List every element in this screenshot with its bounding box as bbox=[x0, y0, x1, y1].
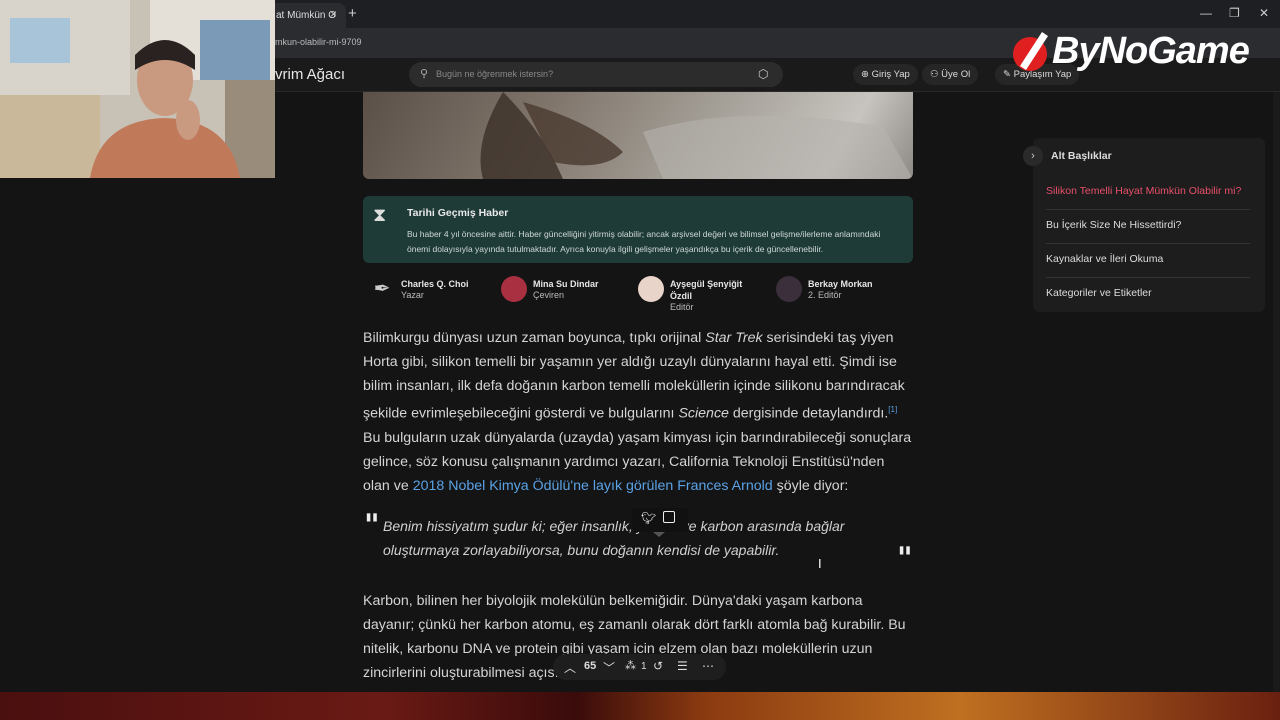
author-card[interactable]: Mina Su Dindar Çeviren bbox=[501, 276, 626, 312]
signup-icon: ⚇ bbox=[930, 69, 942, 80]
text-cursor-icon: I bbox=[818, 556, 822, 571]
author-name: Mina Su Dindar bbox=[533, 279, 599, 289]
login-icon: ⊕ bbox=[861, 69, 872, 80]
author-role: 2. Editör bbox=[808, 290, 842, 300]
signup-label: Üye Ol bbox=[941, 69, 971, 80]
hero-image bbox=[480, 92, 913, 179]
quote-close-mark: " bbox=[897, 541, 913, 576]
toc-item[interactable]: Kategoriler ve Etiketler bbox=[1046, 287, 1250, 311]
author-name: Berkay Morkan bbox=[808, 279, 873, 289]
cube-icon[interactable]: ⬡ bbox=[758, 67, 768, 81]
login-button[interactable]: ⊕ Giriş Yap bbox=[853, 64, 918, 85]
people-count: 1 bbox=[641, 661, 647, 672]
desktop-background bbox=[0, 692, 1280, 720]
article-hero-image bbox=[363, 92, 913, 179]
site-brand[interactable]: vrim Ağacı bbox=[275, 66, 345, 83]
author-name: Ayşegül Şenyiğit Özdil bbox=[670, 279, 743, 301]
toc-title: Alt Başlıklar bbox=[1051, 150, 1112, 162]
history-icon[interactable]: ↺ bbox=[653, 659, 663, 673]
note-icon[interactable] bbox=[663, 511, 675, 523]
scrollbar[interactable] bbox=[1273, 92, 1280, 692]
vote-count: 65 bbox=[584, 660, 597, 672]
nobel-link[interactable]: 2018 Nobel Kimya Ödülü'ne layık görülen … bbox=[413, 478, 773, 494]
author-card[interactable]: Berkay Morkan 2. Editör bbox=[776, 276, 906, 312]
watermark-text: ByNoGame bbox=[1052, 30, 1250, 72]
webcam-image bbox=[0, 0, 275, 178]
text-emphasis: Science bbox=[678, 405, 729, 422]
tab-close-icon[interactable]: × bbox=[330, 7, 337, 21]
popup-arrow bbox=[653, 532, 665, 537]
text: Bilimkurgu dünyası uzun zaman boyunca, t… bbox=[363, 330, 706, 346]
author-role: Editör bbox=[670, 302, 694, 312]
restore-icon[interactable]: ❐ bbox=[1229, 6, 1240, 20]
article-paragraph: Bilimkurgu dünyası uzun zaman boyunca, t… bbox=[363, 326, 915, 498]
login-label: Giriş Yap bbox=[871, 69, 910, 80]
tab-title: at Mümkün O bbox=[276, 10, 337, 21]
toc-item-active[interactable]: Silikon Temelli Hayat Mümkün Olabilir mi… bbox=[1046, 185, 1250, 210]
window-close-icon[interactable]: ✕ bbox=[1259, 6, 1269, 20]
minimize-icon[interactable]: — bbox=[1200, 6, 1212, 20]
search-input[interactable]: Bugün ne öğrenmek istersin? bbox=[436, 69, 553, 79]
downvote-icon[interactable]: ﹀ bbox=[603, 659, 615, 676]
upvote-icon[interactable]: ︿ bbox=[564, 659, 576, 676]
author-role: Çeviren bbox=[533, 290, 565, 300]
more-icon[interactable]: ⋯ bbox=[702, 659, 714, 673]
toc-item[interactable]: Kaynaklar ve İleri Okuma bbox=[1046, 253, 1250, 278]
author-name: Charles Q. Choi bbox=[401, 279, 469, 289]
text: şöyle diyor: bbox=[772, 477, 849, 494]
avatar bbox=[501, 276, 527, 302]
signup-button[interactable]: ⚇ Üye Ol bbox=[922, 64, 979, 85]
text-emphasis: Star Trek bbox=[705, 330, 763, 346]
search-icon: ⚲ bbox=[420, 68, 429, 80]
url-text[interactable]: mkun-olabilir-mi-9709 bbox=[275, 37, 362, 47]
avatar bbox=[638, 276, 664, 302]
avatar bbox=[776, 276, 802, 302]
watermark-logo-icon bbox=[1013, 32, 1048, 71]
list-icon[interactable]: ☰ bbox=[677, 659, 688, 673]
new-tab-button[interactable]: + bbox=[348, 5, 357, 22]
hourglass-icon: ⧗ bbox=[373, 205, 387, 226]
feather-icon: ✒ bbox=[373, 278, 391, 300]
people-icon[interactable]: ⁂ bbox=[625, 659, 636, 672]
author-role: Yazar bbox=[401, 290, 424, 300]
toc-item[interactable]: Bu İçerik Size Ne Hissettirdi? bbox=[1046, 219, 1250, 244]
webcam-overlay bbox=[0, 0, 275, 178]
citation-link[interactable]: [1] bbox=[888, 405, 897, 414]
notice-body: Bu haber 4 yıl öncesine aittir. Haber gü… bbox=[407, 229, 881, 254]
twitter-icon[interactable]: 🐦︎ bbox=[641, 511, 656, 525]
notice-title: Tarihi Geçmiş Haber bbox=[407, 207, 509, 219]
quote-open-mark: " bbox=[364, 508, 380, 543]
author-card[interactable]: Ayşegül Şenyiğit Özdil Editör bbox=[638, 276, 768, 312]
author-card[interactable]: ✒ Charles Q. Choi Yazar bbox=[369, 276, 494, 312]
text: dergisinde detaylandırdı. bbox=[728, 405, 889, 422]
article-action-bar bbox=[553, 654, 726, 680]
chevron-right-icon[interactable]: › bbox=[1023, 146, 1043, 166]
